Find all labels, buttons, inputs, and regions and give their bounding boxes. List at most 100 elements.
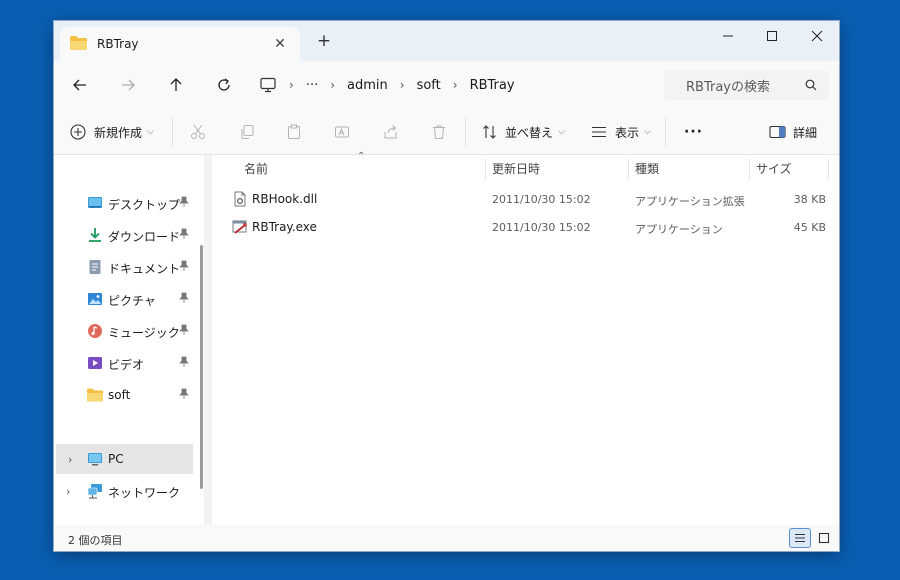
- sidebar-item-pictures[interactable]: ピクチャ: [54, 284, 194, 314]
- network-icon: [87, 483, 103, 499]
- large-icons-view-button[interactable]: [813, 528, 835, 548]
- folder-icon: [87, 387, 103, 403]
- column-label: 更新日時: [492, 161, 541, 176]
- file-modified: 2011/10/30 15:02: [492, 221, 591, 234]
- share-icon[interactable]: [383, 121, 399, 143]
- maximize-button[interactable]: [749, 21, 795, 51]
- sidebar-item-desktop[interactable]: デスクトップ: [54, 188, 194, 218]
- pin-icon: [178, 196, 190, 208]
- chevron-down-icon: ⌵: [644, 127, 651, 137]
- music-icon: [87, 323, 103, 339]
- sidebar-item-label: ダウンロード: [108, 230, 181, 244]
- column-header-modified[interactable]: 更新日時: [492, 155, 540, 181]
- sort-icon: [482, 124, 498, 140]
- add-icon: [70, 124, 86, 140]
- column-header-type[interactable]: 種類: [635, 155, 659, 181]
- details-view-icon: [794, 532, 806, 544]
- sort-button-label: 並べ替え: [505, 125, 554, 140]
- breadcrumb-more[interactable]: ···: [306, 78, 318, 93]
- sidebar-item-label: ビデオ: [108, 358, 145, 372]
- view-button[interactable]: 表示 ⌵: [591, 121, 651, 143]
- file-name: RBHook.dll: [252, 192, 318, 206]
- details-pane-icon: [769, 125, 786, 139]
- toolbar-divider: [465, 117, 466, 147]
- back-arrow-icon[interactable]: [68, 73, 92, 97]
- copy-icon[interactable]: [239, 121, 255, 143]
- chevron-right-icon: ›: [330, 78, 336, 92]
- minimize-button[interactable]: [705, 21, 751, 51]
- desktop-icon: [87, 195, 103, 211]
- pin-icon: [178, 292, 190, 304]
- table-row[interactable]: RBHook.dll 2011/10/30 15:02 アプリケーション拡張 3…: [228, 185, 836, 213]
- file-type: アプリケーション拡張: [635, 195, 745, 208]
- up-arrow-icon[interactable]: [164, 73, 188, 97]
- videos-icon: [87, 355, 103, 371]
- new-button[interactable]: 新規作成 ⌵: [70, 121, 154, 143]
- toolbar-divider: [172, 117, 173, 147]
- details-pane-button[interactable]: 詳細: [769, 121, 817, 143]
- sidebar-item-downloads[interactable]: ダウンロード: [54, 220, 194, 250]
- chevron-right-icon[interactable]: ›: [66, 485, 70, 498]
- sidebar-scrollbar[interactable]: [200, 245, 203, 489]
- file-modified: 2011/10/30 15:02: [492, 193, 591, 206]
- breadcrumb-rbtray[interactable]: RBTray: [470, 78, 515, 93]
- column-header-name[interactable]: 名前: [244, 155, 268, 181]
- paste-icon[interactable]: [286, 121, 302, 143]
- details-view-button[interactable]: [789, 528, 811, 548]
- sidebar-item-label: PC: [108, 452, 124, 466]
- rename-icon[interactable]: [334, 121, 350, 143]
- details-pane-label: 詳細: [793, 125, 818, 140]
- chevron-right-icon: ›: [399, 78, 405, 92]
- large-icons-view-icon: [818, 532, 830, 544]
- refresh-icon[interactable]: [212, 73, 236, 97]
- sidebar-item-label: ネットワーク: [108, 486, 181, 500]
- cut-icon[interactable]: [190, 121, 206, 143]
- sidebar-item-videos[interactable]: ビデオ: [54, 348, 194, 378]
- exe-file-icon: [232, 219, 248, 235]
- delete-icon[interactable]: [431, 121, 447, 143]
- explorer-window: RBTray ✕ + › ··· › admin › soft › RBTray…: [53, 20, 840, 552]
- sidebar-item-soft[interactable]: soft: [54, 380, 194, 410]
- file-size: 38 KB: [793, 193, 826, 206]
- toolbar-divider: [665, 117, 666, 147]
- tab-close-button[interactable]: ✕: [270, 34, 290, 54]
- item-count: 2 個の項目: [68, 534, 123, 547]
- column-divider[interactable]: [749, 159, 750, 179]
- column-divider[interactable]: [628, 159, 629, 179]
- column-label: 名前: [244, 161, 269, 176]
- forward-arrow-icon[interactable]: [116, 73, 140, 97]
- more-options-button[interactable]: ···: [684, 121, 703, 143]
- status-bar: 2 個の項目: [54, 525, 839, 551]
- sort-button[interactable]: 並べ替え ⌵: [482, 121, 565, 143]
- new-tab-button[interactable]: +: [316, 33, 332, 50]
- breadcrumb-admin[interactable]: admin: [347, 78, 388, 93]
- column-divider[interactable]: [485, 159, 486, 179]
- address-bar[interactable]: › ··· › admin › soft › RBTray: [259, 70, 659, 100]
- column-divider[interactable]: [828, 159, 829, 179]
- dll-file-icon: [232, 191, 248, 207]
- pictures-icon: [87, 291, 103, 307]
- sidebar-item-pc[interactable]: › PC: [56, 444, 193, 474]
- chevron-right-icon: ›: [452, 78, 458, 92]
- pc-icon: [87, 451, 103, 467]
- sidebar-item-documents[interactable]: ドキュメント: [54, 252, 194, 282]
- file-name: RBTray.exe: [252, 220, 317, 234]
- search-input[interactable]: RBTrayの検索: [664, 70, 829, 100]
- column-header-size[interactable]: サイズ: [756, 155, 792, 181]
- table-row[interactable]: RBTray.exe 2011/10/30 15:02 アプリケーション 45 …: [228, 213, 836, 241]
- tab-rbtray[interactable]: RBTray ✕: [60, 27, 300, 61]
- documents-icon: [87, 259, 103, 275]
- chevron-down-icon: ⌵: [558, 127, 565, 137]
- pin-icon: [178, 228, 190, 240]
- sidebar-item-music[interactable]: ミュージック: [54, 316, 194, 346]
- chevron-right-icon[interactable]: ›: [68, 453, 72, 466]
- pane-divider[interactable]: [204, 155, 212, 527]
- sidebar-item-network[interactable]: › ネットワーク: [54, 476, 194, 506]
- pin-icon: [178, 260, 190, 272]
- close-window-button[interactable]: [794, 21, 839, 51]
- file-list: 名前 ⌃ 更新日時 種類 サイズ RBHook.dll 2011/10/30 1…: [212, 151, 839, 527]
- breadcrumb-soft[interactable]: soft: [417, 78, 441, 93]
- column-label: 種類: [635, 161, 660, 176]
- computer-icon: [259, 77, 277, 93]
- view-icon: [591, 125, 607, 139]
